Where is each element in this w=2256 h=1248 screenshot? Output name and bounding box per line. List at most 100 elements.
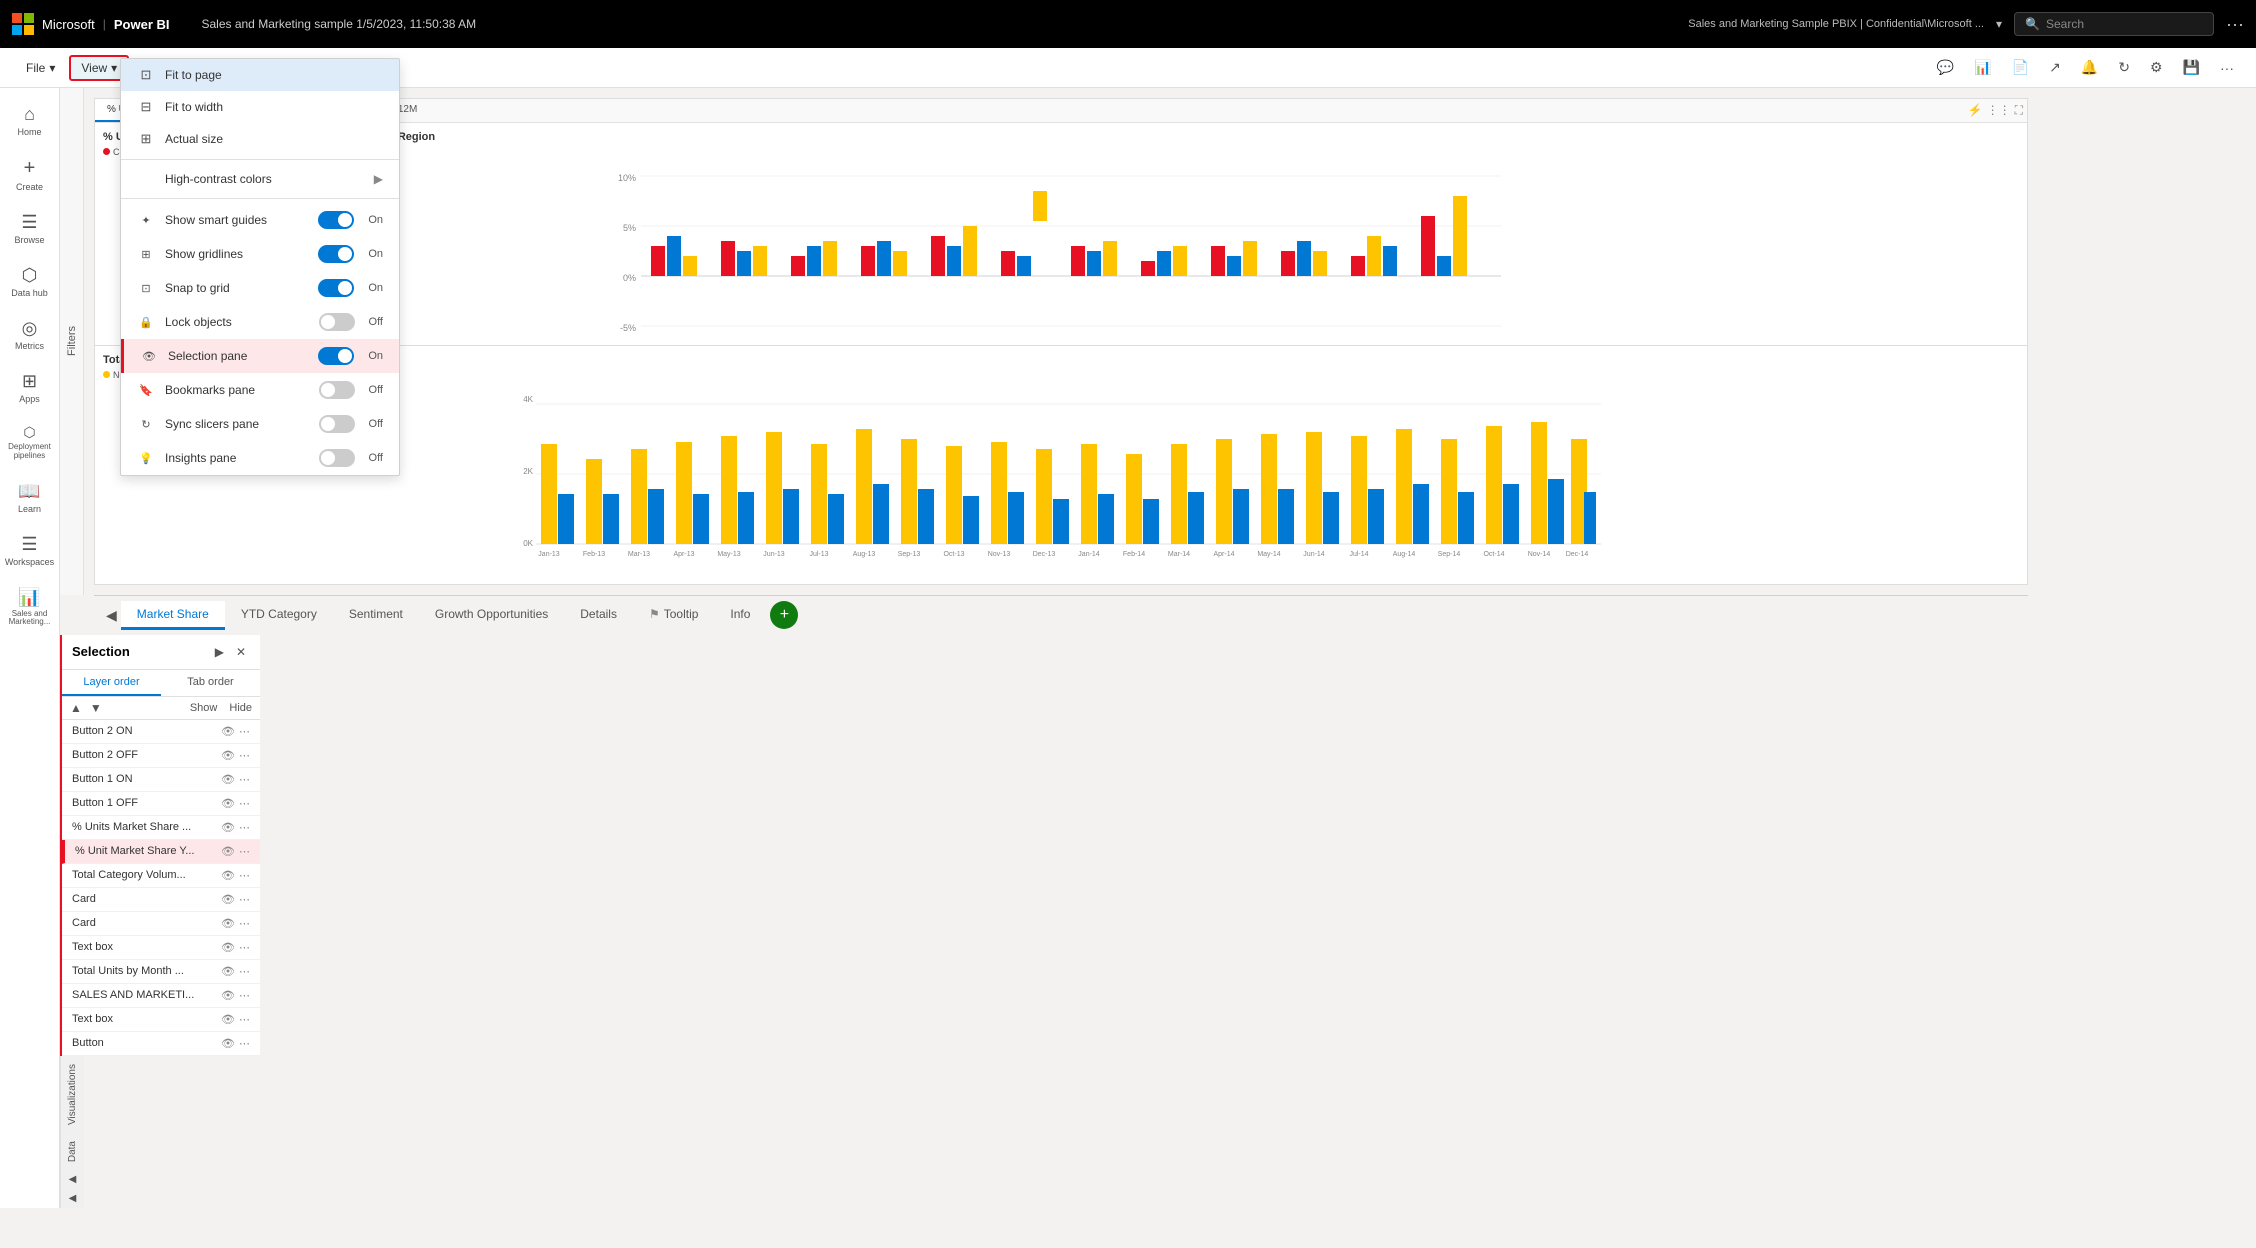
sel-item-units-market-share[interactable]: % Units Market Share ... 👁 ⋯ <box>62 816 260 840</box>
dropdown-smart-guides[interactable]: ✦ Show smart guides On <box>121 203 399 237</box>
page-icon[interactable]: 📄 <box>2006 55 2035 80</box>
selection-panel-expand-icon[interactable]: ▶ <box>211 643 228 661</box>
more-visual-icon[interactable]: ⋮⋮ <box>1987 103 2011 118</box>
visibility-icon[interactable]: 👁 <box>221 869 235 882</box>
vert-label-data[interactable]: Data <box>65 1133 80 1170</box>
file-menu-button[interactable]: File ▾ <box>16 57 65 79</box>
fullscreen-icon[interactable]: ⛶ <box>2015 103 2023 118</box>
sort-down-icon[interactable]: ▼ <box>90 701 102 715</box>
more-icon[interactable]: ⋯ <box>239 1013 250 1026</box>
more-icon[interactable]: ⋯ <box>239 845 250 858</box>
selection-panel-close-icon[interactable]: ✕ <box>232 643 250 661</box>
settings-icon[interactable]: ⚙ <box>2144 55 2169 80</box>
sel-item-btn2-on[interactable]: Button 2 ON 👁 ⋯ <box>62 720 260 744</box>
more-icon[interactable]: ⋯ <box>239 1037 250 1050</box>
vert-chevron-left-2[interactable]: ◀ <box>65 1189 81 1208</box>
vert-label-visualizations[interactable]: Visualizations <box>65 1056 80 1133</box>
dropdown-high-contrast[interactable]: High-contrast colors ▶ <box>121 164 399 194</box>
more-icon[interactable]: ⋯ <box>239 749 250 762</box>
doc-path-expand-icon[interactable]: ▾ <box>1996 17 2002 31</box>
dropdown-selection-pane[interactable]: 👁 Selection pane On <box>121 339 399 373</box>
tab-nav-left[interactable]: ◀ <box>102 603 121 628</box>
sel-item-card1[interactable]: Card 👁 ⋯ <box>62 888 260 912</box>
tab-info[interactable]: Info <box>714 601 766 629</box>
filter-icon[interactable]: ⚡ <box>1968 103 1983 118</box>
tab-layer-order[interactable]: Layer order <box>62 670 161 696</box>
share-icon[interactable]: ↗ <box>2043 55 2067 80</box>
visibility-icon[interactable]: 👁 <box>221 821 235 834</box>
dropdown-fit-page[interactable]: ⊡ Fit to page <box>121 59 399 91</box>
visibility-icon[interactable]: 👁 <box>221 797 235 810</box>
refresh-icon[interactable]: ↻ <box>2112 55 2136 80</box>
more-icon[interactable]: ⋯ <box>239 821 250 834</box>
sort-up-icon[interactable]: ▲ <box>70 701 82 715</box>
filters-strip[interactable]: Filters <box>60 88 84 595</box>
more-icon[interactable]: ··· <box>2214 56 2240 80</box>
dropdown-insights[interactable]: 💡 Insights pane Off <box>121 441 399 475</box>
dropdown-snap-grid[interactable]: ⊡ Snap to grid On <box>121 271 399 305</box>
tab-tooltip[interactable]: ⚑ Tooltip <box>633 601 714 629</box>
sel-item-sales-marketing[interactable]: SALES AND MARKETI... 👁 ⋯ <box>62 984 260 1008</box>
selection-pane-toggle[interactable] <box>318 347 354 365</box>
visibility-icon[interactable]: 👁 <box>221 773 235 786</box>
more-icon[interactable]: ⋯ <box>239 869 250 882</box>
more-icon[interactable]: ⋯ <box>239 917 250 930</box>
sel-item-unit-market-share-y[interactable]: % Unit Market Share Y... 👁 ⋯ <box>62 840 260 864</box>
visibility-icon[interactable]: 👁 <box>221 1013 235 1026</box>
more-icon[interactable]: ⋯ <box>239 941 250 954</box>
sel-item-total-cat-vol[interactable]: Total Category Volum... 👁 ⋯ <box>62 864 260 888</box>
visibility-icon[interactable]: 👁 <box>221 749 235 762</box>
sidebar-item-datahub[interactable]: ⬡ Data hub <box>4 257 56 306</box>
gridlines-toggle[interactable] <box>318 245 354 263</box>
hide-button[interactable]: Hide <box>229 702 252 714</box>
more-icon[interactable]: ⋯ <box>239 989 250 1002</box>
sidebar-item-apps[interactable]: ⊞ Apps <box>4 363 56 412</box>
more-icon[interactable]: ⋯ <box>239 773 250 786</box>
sel-item-text-box2[interactable]: Text box 👁 ⋯ <box>62 1008 260 1032</box>
sel-item-button[interactable]: Button 👁 ⋯ <box>62 1032 260 1056</box>
save-icon[interactable]: 💾 <box>2177 55 2206 80</box>
more-options-icon[interactable]: ··· <box>2226 14 2244 35</box>
sidebar-item-create[interactable]: + Create <box>4 149 56 200</box>
visibility-icon[interactable]: 👁 <box>221 941 235 954</box>
tab-sentiment[interactable]: Sentiment <box>333 601 419 629</box>
dropdown-gridlines[interactable]: ⊞ Show gridlines On <box>121 237 399 271</box>
dropdown-lock-objects[interactable]: 🔒 Lock objects Off <box>121 305 399 339</box>
dropdown-actual-size[interactable]: ⊞ Actual size <box>121 123 399 155</box>
sync-slicers-toggle[interactable] <box>319 415 355 433</box>
insights-toggle[interactable] <box>319 449 355 467</box>
visibility-icon[interactable]: 👁 <box>221 917 235 930</box>
sel-item-total-units-month[interactable]: Total Units by Month ... 👁 ⋯ <box>62 960 260 984</box>
lock-objects-toggle[interactable] <box>319 313 355 331</box>
sel-item-btn1-on[interactable]: Button 1 ON 👁 ⋯ <box>62 768 260 792</box>
show-button[interactable]: Show <box>190 702 218 714</box>
tab-details[interactable]: Details <box>564 601 633 629</box>
sidebar-item-deployment[interactable]: ⬡ Deployment pipelines <box>4 416 56 469</box>
visual-icon[interactable]: 📊 <box>1968 55 1997 80</box>
add-tab-button[interactable]: + <box>770 601 798 629</box>
sel-item-card2[interactable]: Card 👁 ⋯ <box>62 912 260 936</box>
sidebar-item-home[interactable]: ⌂ Home <box>4 96 56 145</box>
dropdown-fit-width[interactable]: ⊟ Fit to width <box>121 91 399 123</box>
visibility-icon[interactable]: 👁 <box>221 893 235 906</box>
sel-item-text-box1[interactable]: Text box 👁 ⋯ <box>62 936 260 960</box>
comment-icon[interactable]: 💬 <box>1931 55 1960 80</box>
subscribe-icon[interactable]: 🔔 <box>2075 55 2104 80</box>
tab-tab-order[interactable]: Tab order <box>161 670 260 696</box>
search-box[interactable]: 🔍 Search <box>2014 12 2214 36</box>
sidebar-item-metrics[interactable]: ◎ Metrics <box>4 310 56 359</box>
more-icon[interactable]: ⋯ <box>239 893 250 906</box>
vert-chevron-left-1[interactable]: ◀ <box>65 1170 81 1189</box>
sel-item-btn2-off[interactable]: Button 2 OFF 👁 ⋯ <box>62 744 260 768</box>
tab-growth-opportunities[interactable]: Growth Opportunities <box>419 601 564 629</box>
smart-guides-toggle[interactable] <box>318 211 354 229</box>
sel-item-btn1-off[interactable]: Button 1 OFF 👁 ⋯ <box>62 792 260 816</box>
visibility-icon[interactable]: 👁 <box>221 845 235 858</box>
sidebar-item-learn[interactable]: 📖 Learn <box>4 473 56 522</box>
visibility-icon[interactable]: 👁 <box>221 725 235 738</box>
visibility-icon[interactable]: 👁 <box>221 989 235 1002</box>
more-icon[interactable]: ⋯ <box>239 797 250 810</box>
sidebar-item-browse[interactable]: ☰ Browse <box>4 204 56 253</box>
more-icon[interactable]: ⋯ <box>239 965 250 978</box>
sidebar-item-workspaces[interactable]: ☰ Workspaces <box>4 526 56 575</box>
